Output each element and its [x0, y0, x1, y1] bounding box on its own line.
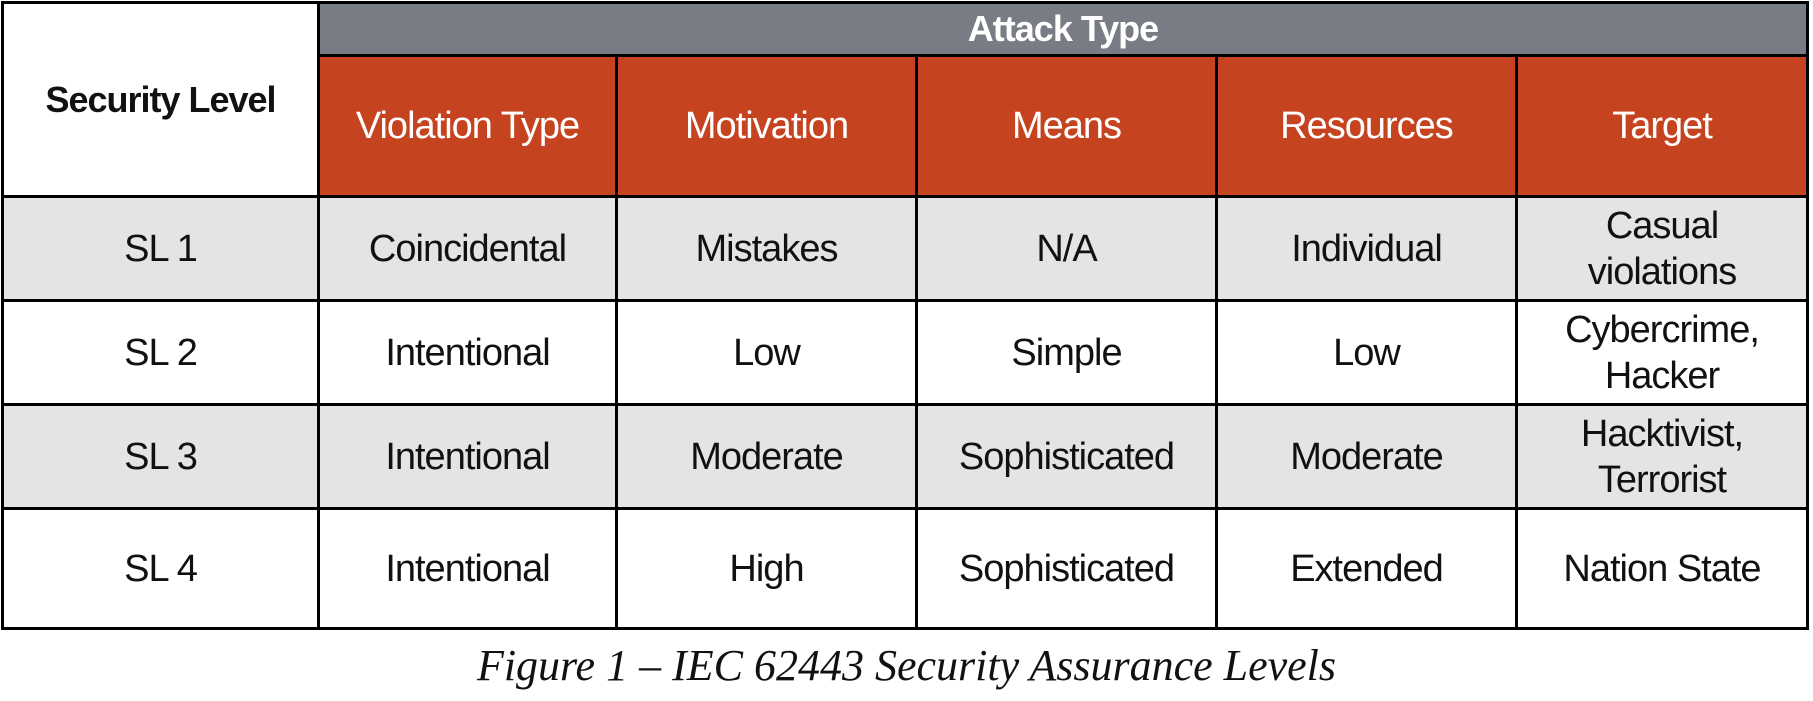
table-cell: Moderate	[618, 406, 918, 510]
cell-text: Individual	[1291, 227, 1443, 270]
column-header-text: Resources	[1280, 105, 1454, 147]
cell-text: N/A	[1036, 227, 1097, 270]
table-row-sl1-level: SL 1	[4, 198, 320, 302]
column-header-violation-type: Violation Type	[320, 57, 618, 198]
column-header-text: Violation Type	[355, 105, 580, 147]
level-text: SL 4	[124, 547, 198, 590]
column-header-means: Means	[918, 57, 1218, 198]
cell-text: Low	[733, 331, 801, 374]
level-text: SL 2	[124, 331, 198, 374]
security-levels-table: Security Level Attack Type Violation Typ…	[1, 1, 1809, 630]
table-cell: Intentional	[320, 302, 618, 406]
table-cell: Sophisticated	[918, 406, 1218, 510]
cell-text: Intentional	[385, 331, 550, 374]
attack-type-header: Attack Type	[320, 4, 1806, 57]
table-cell: Low	[618, 302, 918, 406]
table-cell: Intentional	[320, 510, 618, 627]
column-header-resources: Resources	[1218, 57, 1518, 198]
table-cell: Moderate	[1218, 406, 1518, 510]
cell-text: Coincidental	[368, 227, 567, 270]
column-header-text: Means	[1011, 105, 1122, 147]
cell-text: Sophisticated	[958, 547, 1175, 590]
level-text: SL 3	[124, 435, 198, 478]
security-level-header-text: Security Level	[45, 78, 276, 120]
cell-text: Intentional	[385, 435, 550, 478]
figure-caption: Figure 1 – IEC 62443 Security Assurance …	[476, 641, 1337, 690]
cell-text: Mistakes	[695, 227, 839, 270]
table-cell: Coincidental	[320, 198, 618, 302]
cell-text: Hacktivist, Terrorist	[1580, 412, 1744, 501]
column-header-motivation: Motivation	[618, 57, 918, 198]
table-cell: Individual	[1218, 198, 1518, 302]
cell-text: High	[729, 547, 804, 590]
table-cell: Simple	[918, 302, 1218, 406]
table-cell: Extended	[1218, 510, 1518, 627]
table-cell: Low	[1218, 302, 1518, 406]
column-header-target: Target	[1518, 57, 1806, 198]
table-cell: Cybercrime, Hacker	[1518, 302, 1806, 406]
table-row-sl2-level: SL 2	[4, 302, 320, 406]
table-cell: Hacktivist, Terrorist	[1518, 406, 1806, 510]
table-cell: Mistakes	[618, 198, 918, 302]
table-cell: Nation State	[1518, 510, 1806, 627]
table-row-sl3-level: SL 3	[4, 406, 320, 510]
level-text: SL 1	[124, 227, 198, 270]
table-cell: High	[618, 510, 918, 627]
cell-text: Casual violations	[1587, 204, 1737, 293]
cell-text: Moderate	[690, 435, 844, 478]
cell-text: Nation State	[1563, 547, 1761, 590]
column-header-text: Motivation	[684, 105, 849, 147]
cell-text: Cybercrime, Hacker	[1565, 308, 1760, 397]
cell-text: Sophisticated	[958, 435, 1175, 478]
security-level-header: Security Level	[4, 4, 320, 198]
attack-type-header-text: Attack Type	[967, 8, 1159, 49]
table-cell: Sophisticated	[918, 510, 1218, 627]
table-row-sl4-level: SL 4	[4, 510, 320, 627]
table-cell: Intentional	[320, 406, 618, 510]
cell-text: Intentional	[385, 547, 550, 590]
table-cell: N/A	[918, 198, 1218, 302]
cell-text: Simple	[1011, 331, 1122, 374]
cell-text: Low	[1333, 331, 1401, 374]
cell-text: Moderate	[1290, 435, 1444, 478]
table-cell: Casual violations	[1518, 198, 1806, 302]
column-header-text: Target	[1612, 105, 1713, 147]
cell-text: Extended	[1290, 547, 1444, 590]
